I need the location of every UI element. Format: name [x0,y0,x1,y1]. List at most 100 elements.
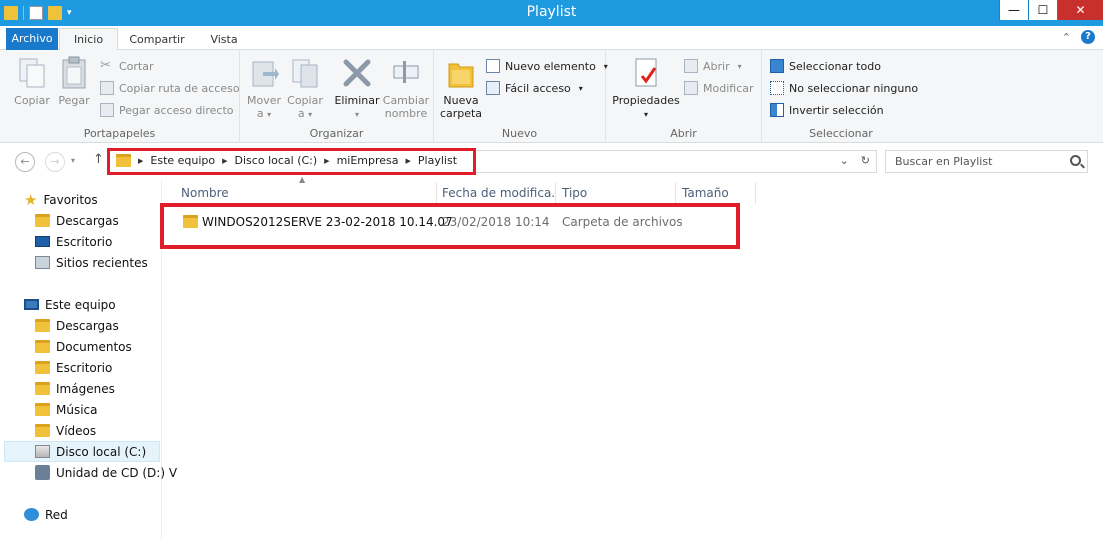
nav-this-pc[interactable]: Este equipo [24,294,116,315]
refresh-icon[interactable]: ↻ [861,154,870,167]
move-to-button[interactable]: Mover a ▾ [246,56,282,121]
nav-network[interactable]: Red [24,504,68,525]
nav-item[interactable]: Descargas [35,315,119,336]
tab-view[interactable]: Vista [196,29,252,50]
select-all-button[interactable]: Seleccionar todo [770,57,881,75]
edit-label: Modificar [703,81,754,95]
nav-label: Imágenes [56,381,115,396]
tab-file[interactable]: Archivo [6,28,58,50]
music-folder-icon [35,403,50,416]
column-header-date[interactable]: Fecha de modifica... [436,182,556,204]
nav-label: Favoritos [43,192,98,207]
paste-shortcut-label: Pegar acceso directo [119,103,234,117]
nav-item-selected[interactable]: Disco local (C:) [4,441,160,462]
nav-label: Este equipo [45,297,116,312]
nav-item[interactable]: Descargas [35,210,119,231]
navigation-bar: ← → ▾ ↑ ▶ Este equipo ▶ Disco local (C:)… [0,143,1103,179]
easy-access-icon [486,81,500,95]
copy-button[interactable]: Copiar [12,56,52,107]
nav-item[interactable]: Unidad de CD (D:) V [35,462,177,483]
new-item-button[interactable]: Nuevo elemento ▾ [486,57,608,75]
search-box[interactable] [885,150,1088,173]
copy-to-button[interactable]: Copiar a ▾ [286,56,324,121]
copy-to-label: Copiar [287,94,323,107]
back-button[interactable]: ← [15,152,35,172]
nav-favorites[interactable]: ★ Favoritos [24,189,98,210]
move-icon [252,61,279,87]
nav-label: Documentos [56,339,132,354]
recent-places-icon [35,256,50,269]
paste-button[interactable]: Pegar [55,56,93,107]
delete-button[interactable]: Eliminar ▾ [334,56,380,121]
tab-share[interactable]: Compartir [120,29,194,50]
maximize-button[interactable]: ☐ [1028,0,1057,20]
collapse-ribbon-icon[interactable]: ⌃ [1062,31,1071,44]
nav-label: Red [45,507,68,522]
ribbon: Copiar Pegar ✂ Cortar Copiar ruta de acc… [0,50,1103,143]
row-highlight [160,203,740,249]
close-button[interactable]: ✕ [1057,0,1103,20]
nav-label: Unidad de CD (D:) V [56,465,178,480]
properties-button[interactable]: Propiedades ▾ [612,56,680,121]
navigation-pane: ★ Favoritos Descargas Escritorio Sitios … [0,179,177,540]
select-none-button[interactable]: No seleccionar ninguno [770,79,918,97]
scissors-icon: ✂ [100,58,111,73]
nav-label: Vídeos [56,423,97,438]
copy-to-label-2: a [297,107,305,120]
local-disk-icon [35,445,50,458]
new-folder-label: Nueva [443,94,479,107]
nav-item[interactable]: Imágenes [35,378,115,399]
nav-item[interactable]: Documentos [35,336,132,357]
up-arrow-icon[interactable]: ↑ [93,152,104,167]
nav-label: Escritorio [56,234,113,249]
search-icon[interactable] [1070,155,1081,166]
nav-item[interactable]: Música [35,399,98,420]
group-select: Seleccionar todo No seleccionar ninguno … [762,50,920,143]
nav-item[interactable]: Sitios recientes [35,252,148,273]
rename-label-2: nombre [384,107,428,120]
window-title: Playlist [526,4,577,20]
column-header-size[interactable]: Tamaño [676,182,756,204]
documents-folder-icon [35,340,50,353]
nav-item[interactable]: Escritorio [35,357,112,378]
help-icon[interactable]: ? [1081,30,1095,44]
chevron-down-icon[interactable]: ▾ [71,156,75,165]
paste-shortcut-button[interactable]: Pegar acceso directo [100,101,234,119]
easy-access-button[interactable]: Fácil acceso ▾ [486,79,583,97]
open-button[interactable]: Abrir ▾ [684,57,742,75]
history-dropdown-icon[interactable]: ⌄ [840,154,849,167]
select-none-label: No seleccionar ninguno [789,81,919,95]
file-list: ▲ Nombre Fecha de modifica... Tipo Tamañ… [160,175,1103,540]
copy-path-icon [100,81,114,95]
paste-shortcut-icon [100,103,114,117]
cut-button[interactable]: ✂ Cortar [100,57,154,75]
rename-button[interactable]: Cambiar nombre [382,56,430,120]
select-all-icon [770,59,784,73]
select-none-icon [770,81,784,95]
minimize-button[interactable]: — [999,0,1028,20]
properties-label: Propiedades [612,94,680,107]
nav-label: Música [56,402,98,417]
column-header-name[interactable]: Nombre [175,182,437,204]
invert-selection-button[interactable]: Invertir selección [770,101,884,119]
copy-icon [19,58,45,88]
new-item-label: Nuevo elemento [505,59,596,73]
videos-folder-icon [35,424,50,437]
pictures-folder-icon [35,382,50,395]
new-folder-button[interactable]: Nueva carpeta [438,56,484,120]
edit-icon [684,81,698,95]
nav-label: Descargas [56,213,119,228]
move-label: Mover [246,94,282,107]
new-folder-icon [448,63,474,88]
tab-home[interactable]: Inicio [59,28,118,50]
search-input[interactable] [886,151,1066,172]
desktop-folder-icon [35,361,50,374]
forward-button[interactable]: → [45,152,65,172]
properties-icon [635,58,657,87]
nav-item[interactable]: Vídeos [35,420,96,441]
nav-item[interactable]: Escritorio [35,231,112,252]
group-label: Organizar [309,127,364,140]
column-header-type[interactable]: Tipo [556,182,676,204]
copy-path-button[interactable]: Copiar ruta de acceso [100,79,240,97]
edit-button[interactable]: Modificar [684,79,754,97]
